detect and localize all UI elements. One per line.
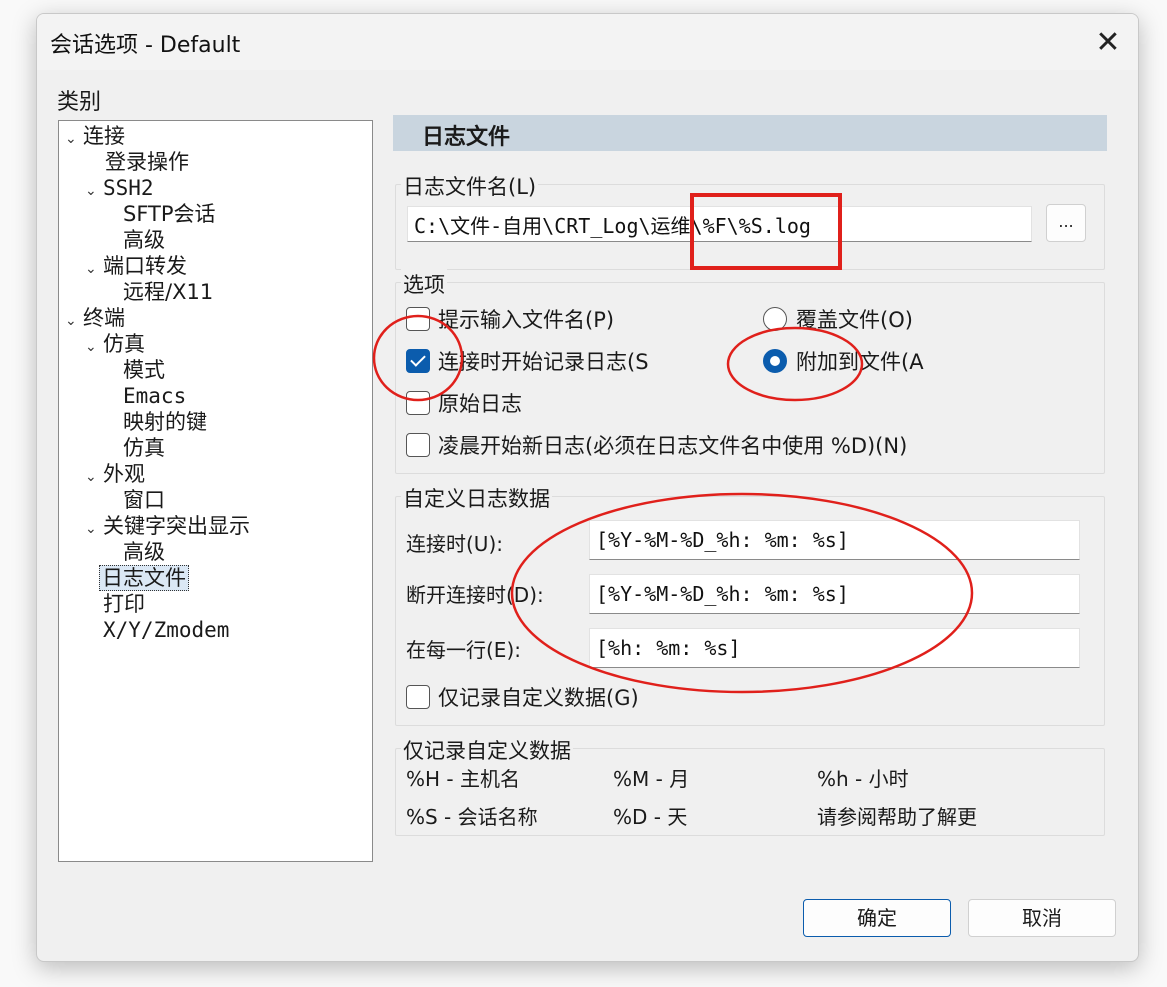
each-line-label: 在每一行(E): (406, 638, 521, 662)
on-connect-input[interactable] (589, 520, 1080, 560)
legend-cell: 请参阅帮助了解更 (817, 805, 977, 829)
tree-item-sftp-session[interactable]: SFTP会话 (123, 201, 216, 227)
tree-item-connection[interactable]: ⌄ 连接 (65, 123, 125, 149)
tree-item-login-actions[interactable]: 登录操作 (105, 149, 189, 175)
on-connect-label: 连接时(U): (406, 532, 503, 556)
overwrite-file-radio[interactable] (763, 307, 787, 331)
chevron-down-icon[interactable]: ⌄ (85, 178, 103, 204)
start-on-connect-checkbox[interactable] (406, 349, 430, 373)
section-header: 日志文件 (393, 115, 1107, 151)
chevron-down-icon[interactable]: ⌄ (85, 256, 103, 282)
custom-log-group-title: 自定义日志数据 (401, 483, 552, 513)
overwrite-file-label: 覆盖文件(O) (796, 308, 913, 332)
each-line-input[interactable] (589, 628, 1080, 668)
legend-cell: %h - 小时 (817, 767, 909, 791)
chevron-down-icon[interactable]: ⌄ (85, 516, 103, 542)
close-button[interactable]: ✕ (1088, 23, 1128, 63)
chevron-down-icon[interactable]: ⌄ (65, 126, 83, 152)
raw-log-label: 原始日志 (438, 392, 522, 416)
tree-item-emacs[interactable]: Emacs (123, 383, 186, 409)
log-filename-input[interactable] (407, 206, 1032, 242)
tree-item-appearance[interactable]: ⌄ 外观 (85, 461, 145, 487)
raw-log-checkbox[interactable] (406, 391, 430, 415)
window-title: 会话选项 - Default (50, 33, 241, 58)
on-disconnect-input[interactable] (589, 574, 1080, 614)
title-bar: 会话选项 - Default ✕ (37, 14, 1138, 70)
chevron-down-icon[interactable]: ⌄ (85, 334, 103, 360)
legend-cell: %D - 天 (613, 805, 688, 829)
ok-button[interactable]: 确定 (803, 899, 951, 937)
log-filename-group-title: 日志文件名(L) (401, 171, 539, 201)
append-file-label: 附加到文件(A (796, 350, 924, 374)
chevron-down-icon[interactable]: ⌄ (65, 308, 83, 334)
custom-only-checkbox[interactable] (406, 685, 430, 709)
section-title: 日志文件 (422, 125, 511, 150)
tree-item-highlight-advanced[interactable]: 高级 (123, 539, 165, 565)
close-icon: ✕ (1095, 25, 1121, 60)
tree-item-keyword-highlight[interactable]: ⌄ 关键字突出显示 (85, 513, 250, 539)
browse-button[interactable]: ... (1046, 204, 1086, 242)
prompt-filename-checkbox[interactable] (406, 307, 430, 331)
tree-item-mapped-keys[interactable]: 映射的键 (123, 409, 207, 435)
tree-item-xyzmodem[interactable]: X/Y/Zmodem (103, 617, 229, 643)
legend-cell: %M - 月 (613, 767, 690, 791)
tree-item-modes[interactable]: 模式 (123, 357, 165, 383)
new-log-midnight-checkbox[interactable] (406, 433, 430, 457)
tree-item-log-file[interactable]: 日志文件 (99, 565, 189, 591)
tree-item-window[interactable]: 窗口 (123, 487, 165, 513)
chevron-down-icon[interactable]: ⌄ (85, 464, 103, 490)
new-log-midnight-label: 凌晨开始新日志(必须在日志文件名中使用 %D)(N) (438, 434, 908, 458)
session-options-dialog: 会话选项 - Default ✕ 类别 ⌄ 连接 登录操作 ⌄ SSH2 SFTP会… (36, 13, 1139, 962)
tree-item-remote-x11[interactable]: 远程/X11 (123, 279, 213, 305)
append-file-radio[interactable] (763, 349, 787, 373)
legend-cell: %S - 会话名称 (406, 805, 538, 829)
category-tree[interactable]: ⌄ 连接 登录操作 ⌄ SSH2 SFTP会话 高级 ⌄ 端口转发 远程/X11 ⌄ 终… (58, 120, 373, 862)
tree-item-emulation-sub[interactable]: 仿真 (123, 435, 165, 461)
tree-item-port-forwarding[interactable]: ⌄ 端口转发 (85, 253, 187, 279)
legend-group-title: 仅记录自定义数据 (401, 735, 573, 765)
tree-item-terminal[interactable]: ⌄ 终端 (65, 305, 125, 331)
start-on-connect-label: 连接时开始记录日志(S (438, 350, 649, 374)
legend-cell: %H - 主机名 (406, 767, 520, 791)
custom-only-label: 仅记录自定义数据(G) (438, 686, 639, 710)
cancel-button[interactable]: 取消 (968, 899, 1116, 937)
on-disconnect-label: 断开连接时(D): (406, 583, 544, 607)
prompt-filename-label: 提示输入文件名(P) (438, 308, 615, 332)
tree-item-print[interactable]: 打印 (103, 591, 145, 617)
tree-item-emulation[interactable]: ⌄ 仿真 (85, 331, 145, 357)
tree-item-ssh2[interactable]: ⌄ SSH2 (85, 175, 154, 201)
category-label: 类别 (57, 90, 102, 115)
options-group-title: 选项 (401, 269, 447, 299)
tree-item-ssh2-advanced[interactable]: 高级 (123, 227, 165, 253)
